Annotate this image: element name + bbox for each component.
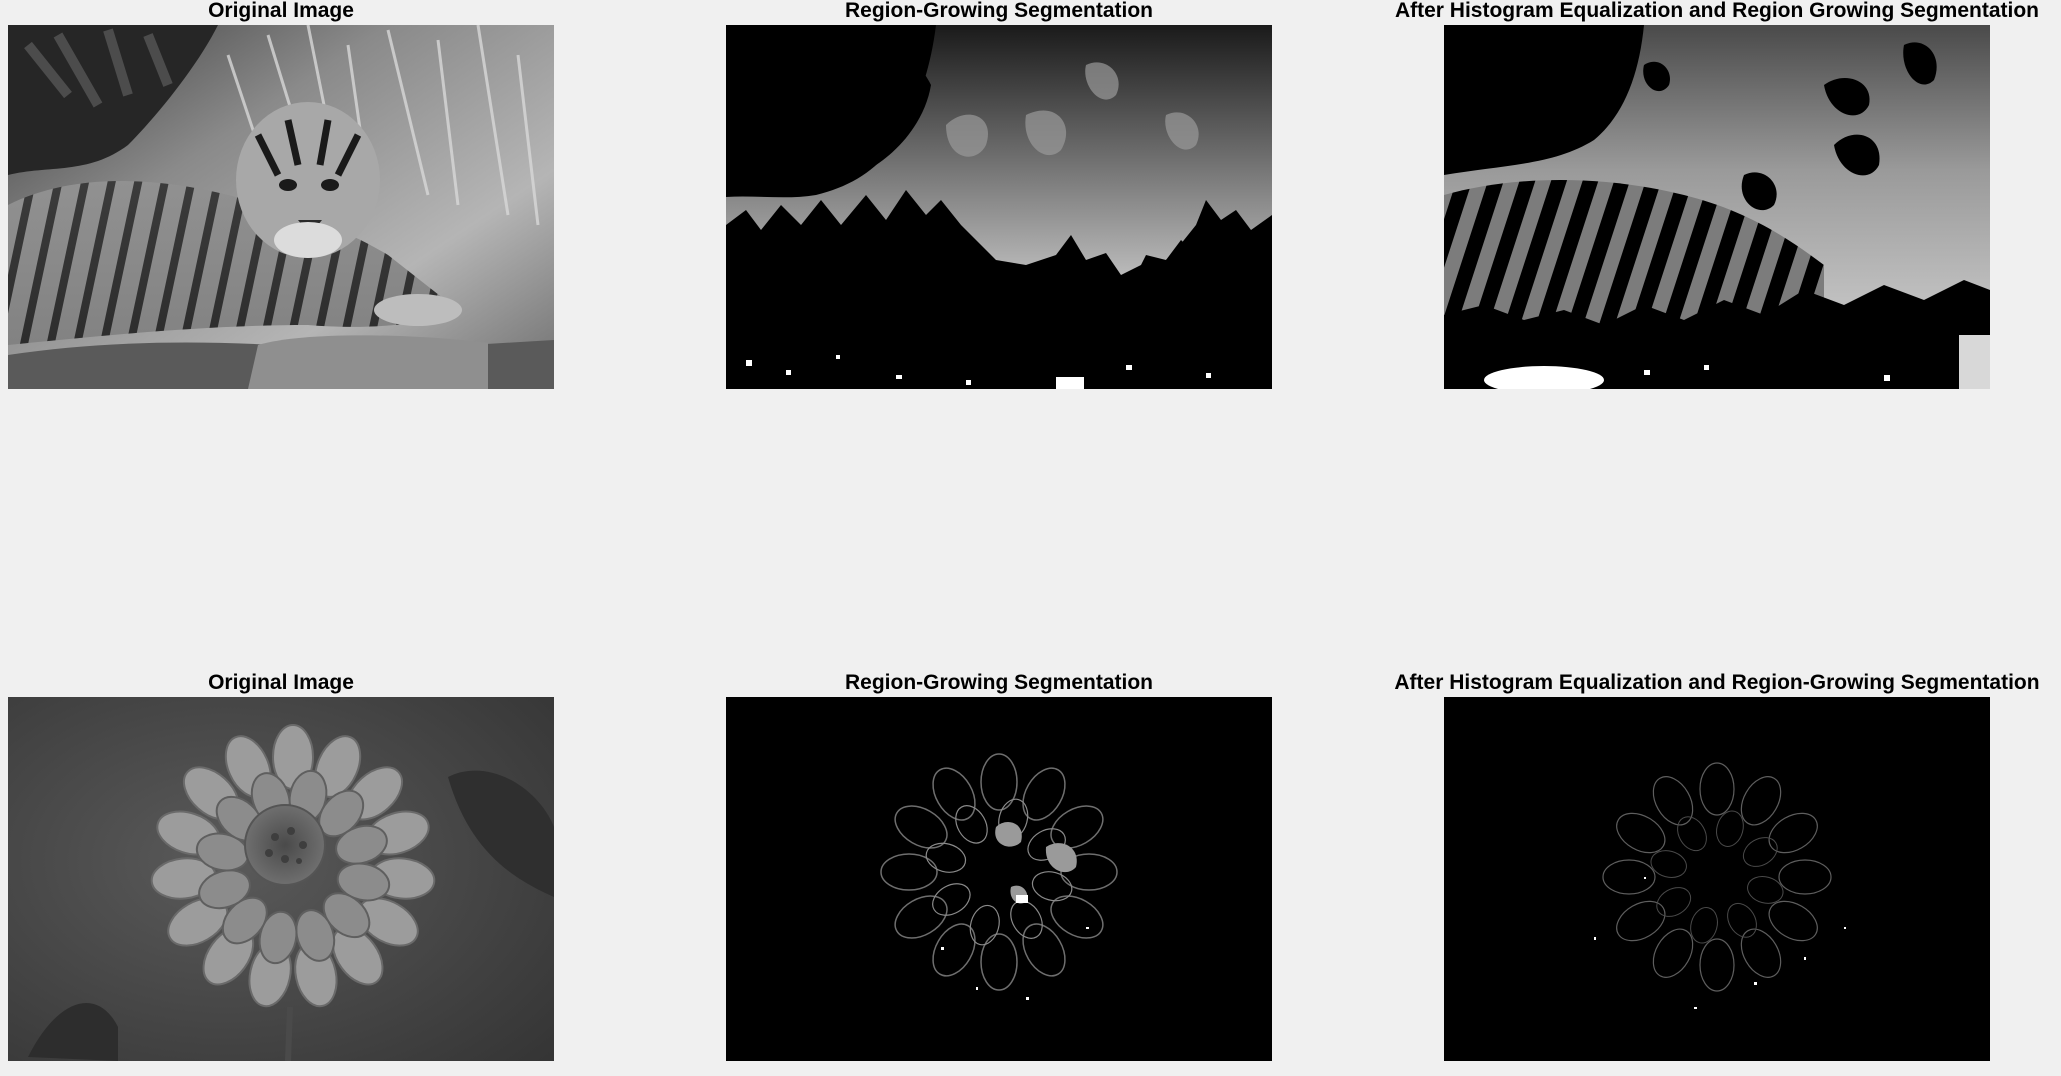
tiger-equalized-region-growing-image — [1444, 25, 1990, 389]
dahlia-region-growing-image — [726, 697, 1272, 1061]
panel-original-tiger: Original Image — [8, 0, 554, 390]
tiger-original-image — [8, 25, 554, 389]
panel-region-growing-dahlia: Region-Growing Segmentation — [726, 671, 1272, 1062]
dahlia-equalized-region-growing-image — [1444, 697, 1990, 1061]
panel-region-growing-tiger: Region-Growing Segmentation — [726, 0, 1272, 390]
panel-title: After Histogram Equalization and Region … — [1394, 0, 2040, 22]
tiger-region-growing-image — [726, 25, 1272, 389]
dahlia-original-image — [8, 697, 554, 1061]
panel-equalized-region-growing-dahlia: After Histogram Equalization and Region-… — [1394, 671, 2040, 1062]
panel-original-dahlia: Original Image — [8, 671, 554, 1062]
panel-equalized-region-growing-tiger: After Histogram Equalization and Region … — [1395, 0, 2039, 390]
panel-title: After Histogram Equalization and Region-… — [1394, 671, 2040, 694]
